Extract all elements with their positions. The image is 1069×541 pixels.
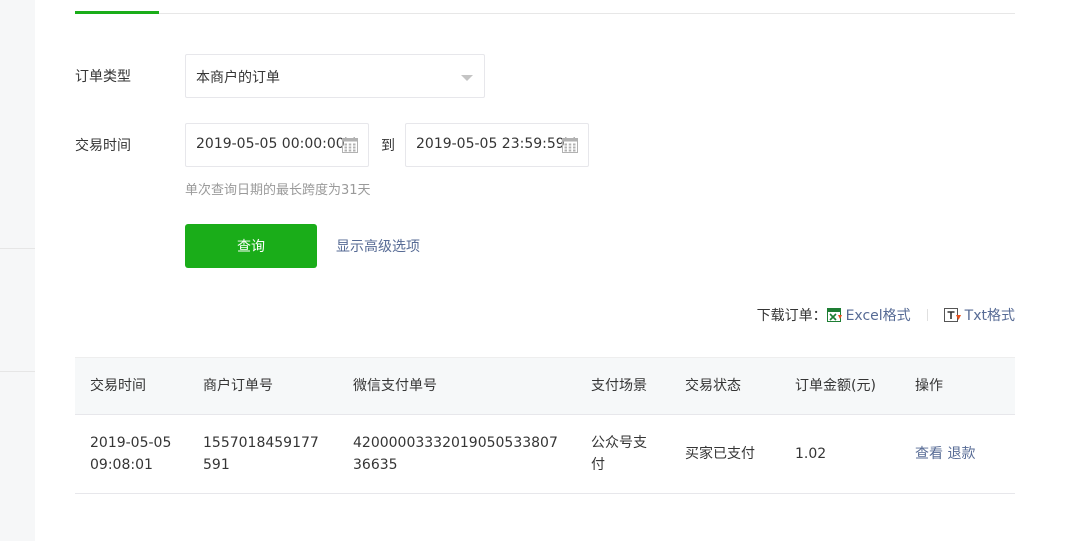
date-range-hint: 单次查询日期的最长跨度为31天 bbox=[185, 183, 371, 198]
download-excel-link[interactable]: Excel格式 bbox=[826, 305, 911, 325]
excel-icon bbox=[826, 308, 842, 322]
calendar-icon[interactable] bbox=[342, 137, 358, 153]
download-excel-label: Excel格式 bbox=[845, 308, 911, 324]
download-bar: 下载订单： Excel格式 Txt格式 bbox=[757, 305, 1015, 325]
col-header-status: 交易状态 bbox=[685, 378, 741, 394]
order-type-label: 订单类型 bbox=[75, 69, 131, 85]
download-txt-label: Txt格式 bbox=[964, 308, 1015, 324]
cell-amount: 1.02 bbox=[795, 446, 827, 462]
cell-merchant-order: 1557018459177591 bbox=[203, 435, 319, 473]
col-header-merchant-order: 商户订单号 bbox=[203, 378, 273, 394]
cell-wechat-order: 4200000333201905053380736635 bbox=[353, 435, 558, 473]
orders-table: 交易时间 商户订单号 微信支付单号 支付场景 交易状态 订单金额(元) 操作 2… bbox=[75, 357, 1015, 494]
trade-time-label: 交易时间 bbox=[75, 138, 131, 154]
cell-trade-time: 2019-05-05 09:08:01 bbox=[90, 435, 172, 473]
col-header-wechat-order: 微信支付单号 bbox=[353, 378, 437, 394]
start-time-input[interactable]: 2019-05-05 00:00:00 bbox=[185, 123, 369, 167]
table-header: 交易时间 商户订单号 微信支付单号 支付场景 交易状态 订单金额(元) 操作 bbox=[75, 357, 1015, 414]
download-txt-link[interactable]: Txt格式 bbox=[943, 305, 1015, 325]
table-row: 2019-05-05 09:08:01 1557018459177591 420… bbox=[75, 414, 1015, 494]
txt-icon bbox=[943, 308, 961, 322]
cell-actions: 查看 退款 bbox=[915, 443, 975, 465]
col-header-scene: 支付场景 bbox=[591, 378, 647, 394]
chevron-down-icon bbox=[461, 75, 473, 81]
col-header-amount: 订单金额(元) bbox=[795, 378, 876, 394]
col-header-actions: 操作 bbox=[915, 378, 943, 394]
start-time-value: 2019-05-05 00:00:00 bbox=[196, 136, 345, 152]
end-time-input[interactable]: 2019-05-05 23:59:59 bbox=[405, 123, 589, 167]
rail-divider bbox=[0, 371, 35, 372]
view-link[interactable]: 查看 bbox=[915, 446, 943, 462]
active-tab-indicator[interactable] bbox=[75, 11, 159, 14]
query-button[interactable]: 查询 bbox=[185, 224, 317, 268]
advanced-options-link[interactable]: 显示高级选项 bbox=[336, 236, 420, 256]
cell-scene: 公众号支付 bbox=[591, 435, 647, 473]
cell-status: 买家已支付 bbox=[685, 446, 755, 462]
to-separator: 到 bbox=[381, 138, 395, 154]
download-label: 下载订单： bbox=[756, 308, 827, 324]
order-type-select[interactable]: 本商户的订单 bbox=[185, 54, 485, 98]
tab-strip bbox=[75, 0, 1015, 14]
rail-divider bbox=[0, 248, 35, 249]
divider bbox=[926, 309, 928, 321]
calendar-icon[interactable] bbox=[562, 137, 578, 153]
col-header-trade-time: 交易时间 bbox=[90, 378, 146, 394]
left-rail bbox=[0, 0, 35, 541]
refund-link[interactable]: 退款 bbox=[947, 446, 975, 462]
end-time-value: 2019-05-05 23:59:59 bbox=[416, 136, 565, 152]
order-type-value: 本商户的订单 bbox=[196, 70, 280, 86]
